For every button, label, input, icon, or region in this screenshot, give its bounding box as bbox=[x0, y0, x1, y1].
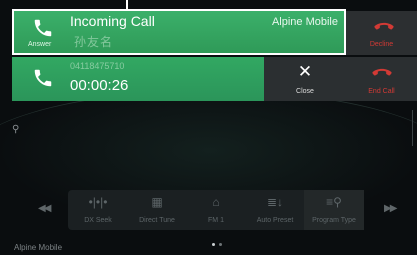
decline-button[interactable]: Decline bbox=[346, 11, 417, 55]
answer-label: Answer bbox=[28, 41, 52, 48]
caller-name: 孙友名 bbox=[74, 35, 114, 49]
fm1-label: FM 1 bbox=[208, 217, 224, 224]
source-label: Alpine Mobile bbox=[14, 243, 63, 252]
incoming-call-banner[interactable]: Answer Incoming Call 孙友名 Alpine Mobile bbox=[12, 9, 346, 55]
direct-tune-icon: ▦ bbox=[151, 195, 163, 209]
provider-name: Alpine Mobile bbox=[271, 16, 338, 28]
page-indicator bbox=[212, 233, 226, 251]
end-call-button[interactable]: End Call bbox=[346, 57, 417, 101]
hang-up-icon bbox=[374, 22, 394, 30]
fm1-icon: ⌂ bbox=[212, 195, 220, 209]
close-button[interactable]: ✕ Close bbox=[264, 57, 346, 101]
auto-preset-button[interactable]: ≣↓ Auto Preset bbox=[245, 190, 305, 230]
direct-tune-label: Direct Tune bbox=[139, 217, 175, 224]
page-dot bbox=[219, 243, 222, 246]
dx-seek-icon: •|•|• bbox=[88, 195, 108, 209]
close-icon: ✕ bbox=[297, 62, 313, 81]
call-timer: 00:00:26 bbox=[70, 77, 129, 94]
program-type-icon: ≡⚲ bbox=[326, 195, 342, 209]
search-icon[interactable]: ⚲ bbox=[12, 124, 19, 135]
program-type-button[interactable]: ≡⚲ Program Type bbox=[304, 190, 364, 230]
decline-label: Decline bbox=[369, 41, 394, 48]
dx-seek-label: DX Seek bbox=[84, 217, 112, 224]
function-bar: •|•|• DX Seek ▦ Direct Tune ⌂ FM 1 ≣↓ Au… bbox=[68, 190, 364, 230]
incoming-call-title: Incoming Call bbox=[70, 13, 155, 29]
hang-up-icon bbox=[372, 68, 392, 76]
direct-tune-button[interactable]: ▦ Direct Tune bbox=[127, 190, 187, 230]
phone-screen: ⚲ Answer Incoming Call 孙友名 Alpine Mobile… bbox=[0, 0, 417, 255]
auto-preset-label: Auto Preset bbox=[256, 217, 294, 224]
active-call-banner[interactable]: 04118475710 00:00:26 bbox=[12, 57, 264, 101]
program-type-label: Program Type bbox=[312, 217, 356, 224]
seek-forward-icon[interactable]: ▶▶ bbox=[384, 203, 397, 214]
phone-answer-icon bbox=[34, 19, 52, 37]
phone-icon bbox=[34, 69, 52, 87]
seek-back-icon[interactable]: ◀◀ bbox=[38, 203, 51, 214]
side-panel-handle[interactable] bbox=[412, 110, 417, 146]
close-label: Close bbox=[296, 88, 314, 95]
end-call-label: End Call bbox=[368, 88, 395, 95]
page-dot-active bbox=[212, 243, 215, 246]
dx-seek-button[interactable]: •|•|• DX Seek bbox=[68, 190, 128, 230]
auto-preset-icon: ≣↓ bbox=[266, 195, 284, 209]
caller-number: 04118475710 bbox=[70, 61, 125, 71]
fm1-button[interactable]: ⌂ FM 1 bbox=[186, 190, 246, 230]
